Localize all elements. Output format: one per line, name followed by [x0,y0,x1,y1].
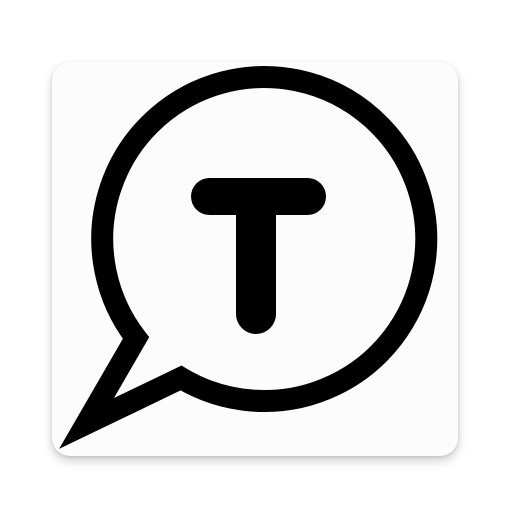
speech-bubble-t-icon [59,66,438,449]
letter-t-glyph [191,178,326,334]
app-icon-canvas [0,0,512,512]
